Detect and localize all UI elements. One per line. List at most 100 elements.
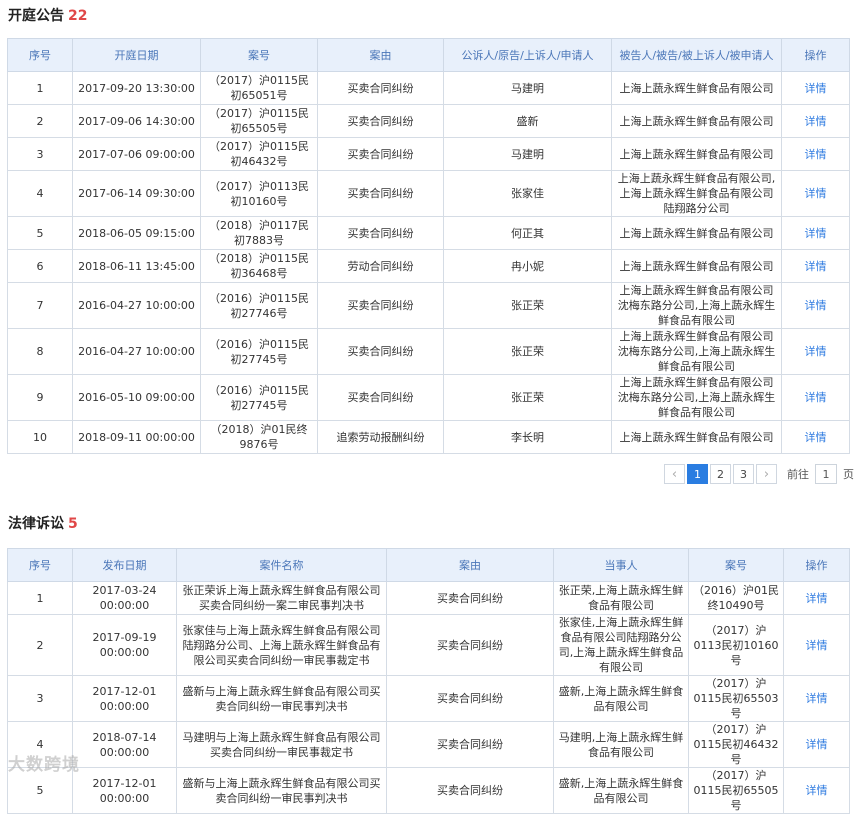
prev-page-icon[interactable]: ‹ [664, 464, 685, 484]
cell-case-no: （2016）沪01民终10490号 [688, 581, 784, 615]
detail-link[interactable]: 详情 [783, 675, 850, 722]
lawsuit-header-row: 序号 发布日期 案件名称 案由 当事人 案号 操作 [7, 548, 850, 582]
cell-cause: 买卖合同纠纷 [317, 328, 444, 375]
detail-link[interactable]: 详情 [781, 249, 850, 283]
cell-cause: 买卖合同纠纷 [317, 216, 444, 250]
hearing-col-date: 开庭日期 [72, 38, 201, 72]
cell-parties: 盛新,上海上蔬永辉生鲜食品有限公司 [553, 675, 689, 722]
cell-case-no: （2017）沪0115民初46432号 [200, 137, 318, 171]
cell-date: 2017-09-19 00:00:00 [72, 614, 177, 676]
table-row: 3 2017-12-01 00:00:00 盛新与上海上蔬永辉生鲜食品有限公司买卖合… [7, 675, 850, 722]
cell-case-no: （2018）沪0117民初7883号 [200, 216, 318, 250]
page-3-button[interactable]: 3 [733, 464, 754, 484]
hearing-title: 开庭公告 [8, 8, 64, 24]
cell-index: 8 [7, 328, 73, 375]
cell-defendant: 上海上蔬永辉生鲜食品有限公司,上海上蔬永辉生鲜食品有限公司陆翔路分公司 [611, 170, 782, 217]
detail-link[interactable]: 详情 [783, 581, 850, 615]
detail-link[interactable]: 详情 [781, 170, 850, 217]
cell-index: 9 [7, 374, 73, 421]
detail-link[interactable]: 详情 [783, 767, 850, 814]
pagination: ‹ 1 2 3 › 前往 1 页 [662, 463, 854, 485]
cell-date: 2018-09-11 00:00:00 [72, 420, 201, 454]
detail-link[interactable]: 详情 [781, 420, 850, 454]
cell-date: 2016-05-10 09:00:00 [72, 374, 201, 421]
table-row: 8 2016-04-27 10:00:00 （2016）沪0115民初27745号买… [7, 328, 850, 375]
cell-case-name: 张正荣诉上海上蔬永辉生鲜食品有限公司买卖合同纠纷一案二审民事判决书 [176, 581, 387, 615]
cell-defendant: 上海上蔬永辉生鲜食品有限公司沈梅东路分公司,上海上蔬永辉生鲜食品有限公司 [611, 282, 782, 329]
cell-case-no: （2016）沪0115民初27745号 [200, 328, 318, 375]
lawsuit-col-action: 操作 [783, 548, 850, 582]
goto-page-input[interactable]: 1 [815, 464, 837, 484]
page-unit-label: 页 [843, 468, 854, 481]
hearing-col-cause: 案由 [317, 38, 444, 72]
detail-link[interactable]: 详情 [781, 137, 850, 171]
hearing-header-row: 序号 开庭日期 案号 案由 公诉人/原告/上诉人/申请人 被告人/被告/被上诉人… [7, 38, 850, 72]
cell-date: 2017-09-06 14:30:00 [72, 104, 201, 138]
detail-link[interactable]: 详情 [781, 71, 850, 105]
table-row: 5 2017-12-01 00:00:00 盛新与上海上蔬永辉生鲜食品有限公司买卖合… [7, 767, 850, 814]
lawsuit-col-case-no: 案号 [688, 548, 784, 582]
cell-plaintiff: 张正荣 [443, 328, 612, 375]
cell-date: 2018-06-11 13:45:00 [72, 249, 201, 283]
page-2-button[interactable]: 2 [710, 464, 731, 484]
lawsuit-col-date: 发布日期 [72, 548, 177, 582]
table-row: 1 2017-03-24 00:00:00 张正荣诉上海上蔬永辉生鲜食品有限公司买卖… [7, 581, 850, 615]
cell-cause: 买卖合同纠纷 [317, 104, 444, 138]
cell-date: 2017-09-20 13:30:00 [72, 71, 201, 105]
cell-date: 2016-04-27 10:00:00 [72, 328, 201, 375]
detail-link[interactable]: 详情 [781, 328, 850, 375]
cell-cause: 买卖合同纠纷 [386, 614, 554, 676]
cell-defendant: 上海上蔬永辉生鲜食品有限公司 [611, 249, 782, 283]
cell-defendant: 上海上蔬永辉生鲜食品有限公司 [611, 71, 782, 105]
cell-defendant: 上海上蔬永辉生鲜食品有限公司沈梅东路分公司,上海上蔬永辉生鲜食品有限公司 [611, 328, 782, 375]
lawsuit-col-index: 序号 [7, 548, 73, 582]
page-1-button[interactable]: 1 [687, 464, 708, 484]
cell-defendant: 上海上蔬永辉生鲜食品有限公司 [611, 216, 782, 250]
lawsuit-col-case-name: 案件名称 [176, 548, 387, 582]
lawsuit-title: 法律诉讼 [8, 516, 64, 532]
cell-case-name: 盛新与上海上蔬永辉生鲜食品有限公司买卖合同纠纷一审民事判决书 [176, 767, 387, 814]
cell-parties: 马建明,上海上蔬永辉生鲜食品有限公司 [553, 721, 689, 768]
cell-defendant: 上海上蔬永辉生鲜食品有限公司 [611, 420, 782, 454]
table-row: 2 2017-09-19 00:00:00 张家佳与上海上蔬永辉生鲜食品有限公司陆翔… [7, 614, 850, 676]
cell-date: 2017-03-24 00:00:00 [72, 581, 177, 615]
detail-link[interactable]: 详情 [783, 721, 850, 768]
cell-cause: 追索劳动报酬纠纷 [317, 420, 444, 454]
cell-index: 10 [7, 420, 73, 454]
next-page-icon[interactable]: › [756, 464, 777, 484]
detail-link[interactable]: 详情 [781, 374, 850, 421]
hearing-col-case-no: 案号 [200, 38, 318, 72]
cell-case-name: 马建明与上海上蔬永辉生鲜食品有限公司买卖合同纠纷一审民事裁定书 [176, 721, 387, 768]
cell-index: 2 [7, 614, 73, 676]
watermark-logo: 大数跨境 [8, 755, 80, 775]
cell-plaintiff: 冉小妮 [443, 249, 612, 283]
cell-parties: 盛新,上海上蔬永辉生鲜食品有限公司 [553, 767, 689, 814]
detail-link[interactable]: 详情 [781, 104, 850, 138]
cell-defendant: 上海上蔬永辉生鲜食品有限公司 [611, 137, 782, 171]
cell-case-name: 盛新与上海上蔬永辉生鲜食品有限公司买卖合同纠纷一审民事判决书 [176, 675, 387, 722]
cell-date: 2017-07-06 09:00:00 [72, 137, 201, 171]
table-row: 7 2016-04-27 10:00:00 （2016）沪0115民初27746号买… [7, 282, 850, 329]
table-row: 10 2018-09-11 00:00:00 （2018）沪01民终9876号 追索劳… [7, 420, 850, 454]
cell-date: 2018-07-14 00:00:00 [72, 721, 177, 768]
table-row: 4 2018-07-14 00:00:00 马建明与上海上蔬永辉生鲜食品有限公司买卖… [7, 721, 850, 768]
cell-case-no: （2017）沪0113民初10160号 [688, 614, 784, 676]
hearing-col-plaintiff: 公诉人/原告/上诉人/申请人 [443, 38, 612, 72]
hearing-table: 序号 开庭日期 案号 案由 公诉人/原告/上诉人/申请人 被告人/被告/被上诉人… [7, 38, 850, 454]
lawsuit-section-title: 法律诉讼 5 [8, 513, 78, 533]
hearing-col-action: 操作 [781, 38, 850, 72]
cell-plaintiff: 张正荣 [443, 282, 612, 329]
cell-case-no: （2017）沪0115民初65503号 [688, 675, 784, 722]
hearing-section-title: 开庭公告 22 [8, 5, 87, 25]
detail-link[interactable]: 详情 [781, 282, 850, 329]
lawsuit-col-cause: 案由 [386, 548, 554, 582]
cell-plaintiff: 李长明 [443, 420, 612, 454]
cell-index: 1 [7, 71, 73, 105]
cell-case-no: （2017）沪0115民初65505号 [688, 767, 784, 814]
detail-link[interactable]: 详情 [783, 614, 850, 676]
cell-case-name: 张家佳与上海上蔬永辉生鲜食品有限公司陆翔路分公司、上海上蔬永辉生鲜食品有限公司买… [176, 614, 387, 676]
detail-link[interactable]: 详情 [781, 216, 850, 250]
table-row: 3 2017-07-06 09:00:00 （2017）沪0115民初46432号买… [7, 137, 850, 171]
lawsuit-count: 5 [68, 516, 78, 532]
cell-index: 1 [7, 581, 73, 615]
